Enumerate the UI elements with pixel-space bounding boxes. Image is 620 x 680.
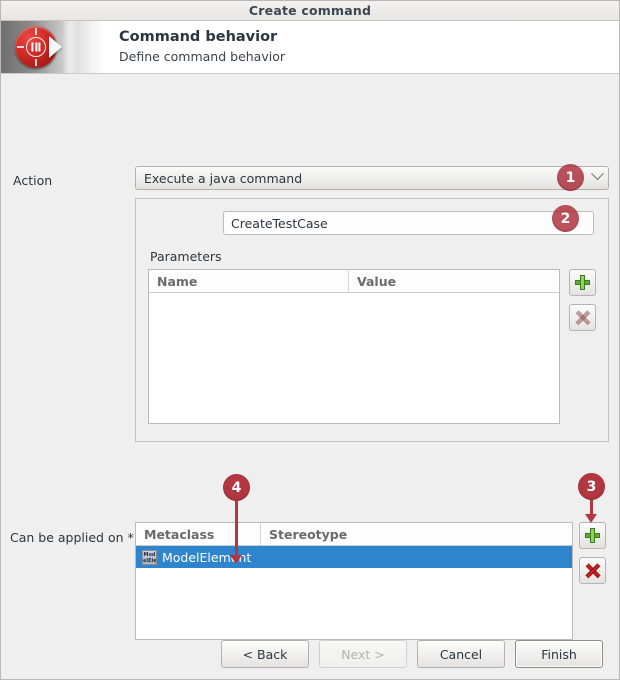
header-icon-area	[1, 21, 105, 73]
parameters-table[interactable]: Name Value	[148, 269, 560, 424]
delete-metaclass-button[interactable]	[579, 557, 606, 584]
applied-on-label: Can be applied on *	[10, 530, 134, 545]
java-command-panel: Java class * CreateTestCase Parameters N…	[135, 198, 609, 442]
callout-arrow-3-head	[585, 514, 597, 523]
delete-parameter-button	[569, 304, 596, 331]
plus-icon	[585, 528, 600, 543]
cancel-button[interactable]: Cancel	[417, 640, 505, 668]
parameters-label: Parameters	[150, 249, 222, 264]
delete-x-icon	[574, 309, 591, 326]
modelelement-icon: Mod elEle	[142, 549, 157, 565]
table-row[interactable]: Mod elEle ModelElement	[136, 546, 572, 568]
applied-table-body: Mod elEle ModelElement	[136, 546, 572, 568]
wizard-header: Command behavior Define command behavior	[1, 21, 619, 74]
window-title: Create command	[248, 3, 372, 18]
callout-badge-2: 2	[552, 205, 579, 232]
parameters-table-header: Name Value	[149, 270, 559, 293]
page-subtitle: Define command behavior	[119, 49, 286, 64]
create-command-dialog: Create command Command behavior Define c…	[0, 0, 620, 680]
applied-on-table[interactable]: Metaclass Stereotype Mod elEle ModelElem…	[135, 522, 573, 640]
column-header-metaclass: Metaclass	[136, 523, 261, 545]
delete-x-icon	[584, 562, 601, 579]
chevron-down-icon	[586, 167, 608, 184]
java-class-value: CreateTestCase	[231, 215, 328, 231]
finish-button[interactable]: Finish	[515, 640, 603, 668]
next-button: Next >	[319, 640, 407, 668]
plus-icon	[575, 275, 590, 290]
dialog-body: Action Execute a java command Java class…	[1, 74, 619, 679]
column-header-name: Name	[149, 270, 349, 292]
callout-badge-1: 1	[557, 164, 584, 191]
dialog-button-bar: < Back Next > Cancel Finish	[1, 627, 619, 679]
page-title: Command behavior	[119, 29, 278, 45]
callout-arrow-4-head	[230, 555, 242, 564]
applied-on-area: Metaclass Stereotype Mod elEle ModelElem…	[135, 522, 573, 640]
back-button[interactable]: < Back	[221, 640, 309, 668]
callout-badge-4: 4	[223, 474, 250, 501]
titlebar: Create command	[1, 1, 619, 21]
action-combobox-value: Execute a java command	[144, 170, 303, 186]
column-header-value: Value	[357, 273, 397, 289]
applied-table-header: Metaclass Stereotype	[136, 523, 572, 546]
callout-arrow-4-line	[235, 499, 238, 557]
java-class-input[interactable]: CreateTestCase	[223, 211, 594, 235]
header-text-area: Command behavior Define command behavior	[105, 21, 619, 73]
callout-badge-3: 3	[578, 473, 605, 500]
record-pause-icon	[15, 26, 62, 68]
action-combobox[interactable]: Execute a java command	[135, 166, 609, 190]
add-parameter-button[interactable]	[569, 269, 596, 296]
action-label: Action	[13, 173, 53, 188]
add-metaclass-button[interactable]	[579, 522, 606, 549]
column-header-stereotype: Stereotype	[269, 526, 348, 542]
modelelement-icon-text-bottom: elEle	[143, 557, 157, 564]
